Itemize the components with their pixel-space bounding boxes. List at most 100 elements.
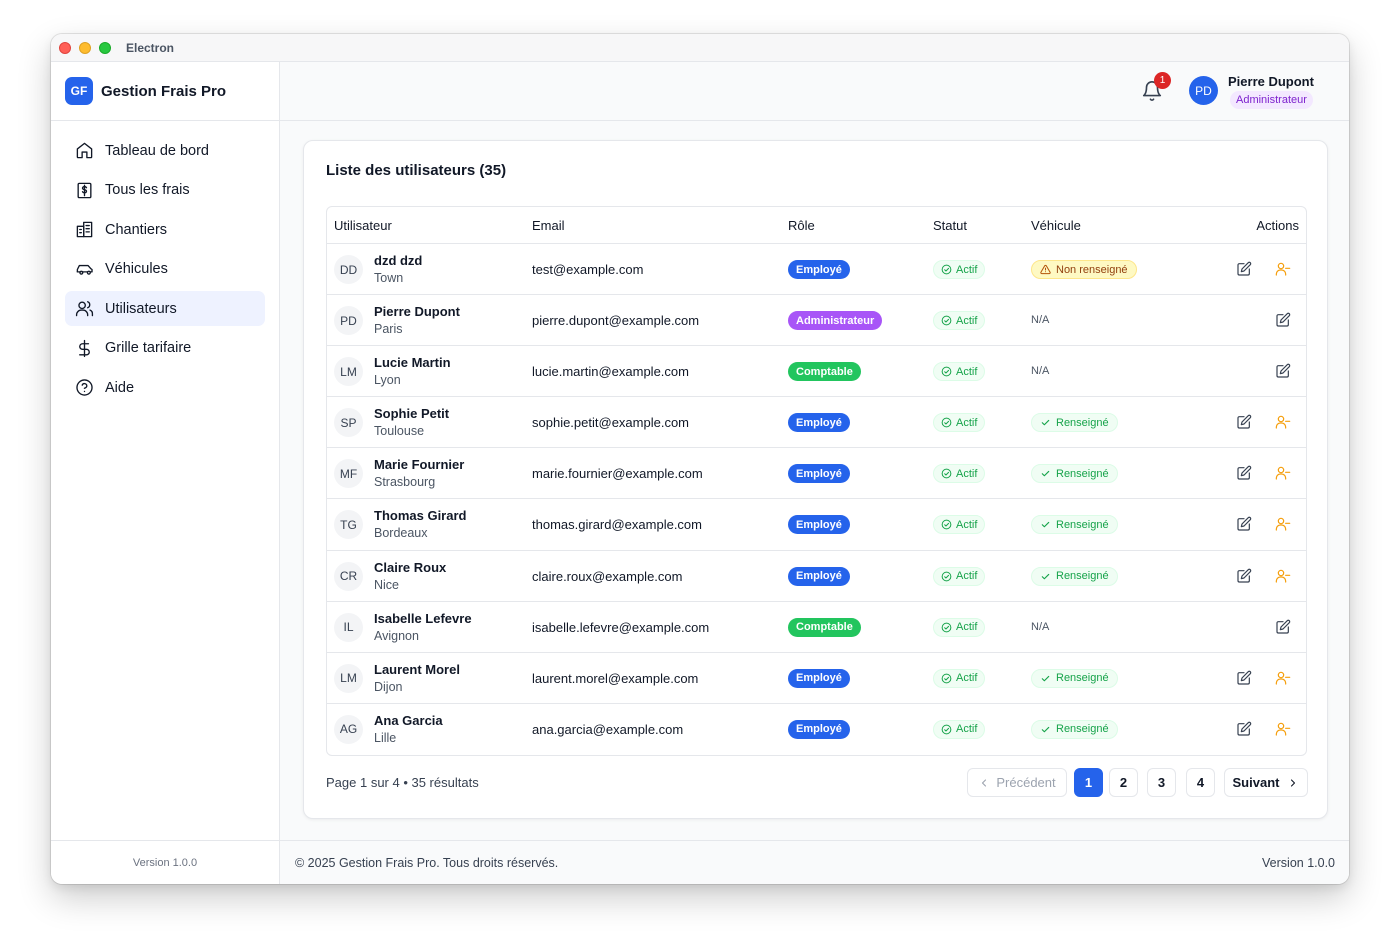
assign-vehicle-icon bbox=[1275, 467, 1291, 480]
edit-user-button[interactable] bbox=[1274, 311, 1292, 329]
user-city-cell: Strasbourg bbox=[374, 475, 436, 490]
user-city-cell: Avignon bbox=[374, 628, 419, 643]
assign-vehicle-button[interactable] bbox=[1274, 464, 1292, 482]
edit-user-button[interactable] bbox=[1235, 464, 1253, 482]
check-icon bbox=[1041, 522, 1050, 528]
page-button-4[interactable]: 4 bbox=[1186, 768, 1215, 797]
home-icon bbox=[76, 142, 93, 159]
check-circle-icon bbox=[941, 724, 952, 735]
vehicle-label: Renseigné bbox=[1056, 416, 1109, 429]
user-name-cell: Laurent Morel bbox=[374, 661, 460, 677]
sidebar: GF Gestion Frais Pro Tableau de bord Tous… bbox=[51, 62, 280, 884]
chevron-left-icon bbox=[982, 778, 987, 787]
building-icon bbox=[76, 221, 93, 238]
edit-user-button[interactable] bbox=[1235, 669, 1253, 687]
table-row: AG Ana Garcia Lille ana.garcia@example.com E… bbox=[327, 704, 1306, 755]
page-button-1[interactable]: 1 bbox=[1074, 768, 1103, 797]
assign-vehicle-icon bbox=[1275, 416, 1291, 429]
vehicle-badge: Renseigné bbox=[1031, 719, 1118, 739]
assign-vehicle-button[interactable] bbox=[1274, 669, 1292, 687]
close-window-button[interactable] bbox=[59, 42, 71, 54]
assign-vehicle-button[interactable] bbox=[1274, 260, 1292, 278]
edit-user-button[interactable] bbox=[1274, 362, 1292, 380]
page-button-3[interactable]: 3 bbox=[1147, 768, 1176, 797]
status-badge: Actif bbox=[933, 719, 986, 739]
user-role-badge: Administrateur bbox=[1230, 91, 1313, 109]
sidebar-item-label: Tableau de bord bbox=[105, 142, 209, 159]
edit-user-button[interactable] bbox=[1235, 720, 1253, 738]
previous-page-button[interactable]: Précédent bbox=[967, 768, 1067, 797]
footer-version: Version 1.0.0 bbox=[1262, 856, 1335, 870]
user-email-cell: thomas.girard@example.com bbox=[532, 517, 702, 533]
assign-vehicle-button[interactable] bbox=[1274, 515, 1292, 533]
user-email-cell: test@example.com bbox=[532, 262, 644, 277]
sidebar-item-label: Chantiers bbox=[105, 221, 168, 238]
status-label: Actif bbox=[956, 723, 978, 736]
table-row: SP Sophie Petit Toulouse sophie.petit@examp… bbox=[327, 397, 1306, 449]
status-label: Actif bbox=[956, 621, 978, 634]
check-circle-icon bbox=[941, 264, 952, 275]
edit-user-button[interactable] bbox=[1235, 260, 1253, 278]
vehicle-badge: Non renseigné bbox=[1031, 260, 1137, 279]
sidebar-item-aide[interactable]: Aide bbox=[65, 370, 265, 405]
edit-icon bbox=[1237, 415, 1252, 429]
receipt-icon bbox=[77, 182, 92, 198]
edit-icon bbox=[1237, 517, 1252, 532]
vehicle-label: Renseigné bbox=[1056, 518, 1109, 531]
assign-vehicle-icon bbox=[1275, 569, 1291, 583]
sidebar-item-chantiers[interactable]: Chantiers bbox=[65, 212, 265, 247]
next-page-button[interactable]: Suivant bbox=[1224, 768, 1308, 797]
user-avatar[interactable]: PD bbox=[1189, 76, 1218, 105]
vehicle-label: Non renseigné bbox=[1056, 263, 1128, 276]
assign-vehicle-button[interactable] bbox=[1274, 720, 1292, 738]
sidebar-item-vehicules[interactable]: Véhicules bbox=[65, 252, 265, 287]
sidebar-item-label: Grille tarifaire bbox=[105, 340, 192, 356]
user-name: Pierre Dupont bbox=[1228, 74, 1314, 89]
edit-user-button[interactable] bbox=[1235, 515, 1253, 533]
vehicle-label: Renseigné bbox=[1056, 672, 1109, 685]
status-label: Actif bbox=[956, 263, 978, 276]
brand[interactable]: GF Gestion Frais Pro bbox=[51, 62, 279, 121]
edit-user-button[interactable] bbox=[1235, 413, 1253, 431]
table-row: IL Isabelle Lefevre Avignon isabelle.lefevr… bbox=[327, 602, 1306, 653]
user-name-cell: Pierre Dupont bbox=[374, 304, 460, 320]
edit-icon bbox=[1276, 363, 1291, 378]
user-email-cell: sophie.petit@example.com bbox=[532, 415, 689, 431]
check-icon bbox=[1041, 675, 1050, 682]
user-name-cell: Marie Fournier bbox=[374, 457, 465, 473]
check-icon bbox=[1041, 420, 1050, 426]
sidebar-item-tous-les-frais[interactable]: Tous les frais bbox=[65, 173, 265, 208]
maximize-window-button[interactable] bbox=[99, 42, 111, 54]
assign-vehicle-button[interactable] bbox=[1274, 413, 1292, 431]
role-badge: Employé bbox=[788, 413, 850, 433]
user-name-cell: Claire Roux bbox=[374, 559, 447, 575]
user-email-cell: claire.roux@example.com bbox=[532, 568, 683, 584]
minimize-window-button[interactable] bbox=[79, 42, 91, 54]
table-row: PD Pierre Dupont Paris pierre.dupont@exampl… bbox=[327, 295, 1306, 347]
table-row: LM Laurent Morel Dijon laurent.morel@exampl… bbox=[327, 653, 1306, 704]
assign-vehicle-icon bbox=[1275, 722, 1291, 736]
status-badge: Actif bbox=[933, 515, 986, 535]
edit-icon bbox=[1276, 312, 1291, 327]
sidebar-item-utilisateurs[interactable]: Utilisateurs bbox=[65, 291, 265, 326]
status-label: Actif bbox=[956, 570, 978, 583]
status-badge: Actif bbox=[933, 311, 986, 331]
check-circle-icon bbox=[941, 469, 952, 479]
edit-user-button[interactable] bbox=[1235, 567, 1253, 585]
check-circle-icon bbox=[941, 417, 952, 428]
user-email-cell: isabelle.lefevre@example.com bbox=[532, 619, 710, 635]
vehicle-label: Renseigné bbox=[1056, 723, 1109, 736]
sidebar-item-tableau-de-bord[interactable]: Tableau de bord bbox=[65, 133, 265, 168]
chevron-right-icon bbox=[1291, 778, 1296, 787]
window-title: Electron bbox=[126, 41, 175, 55]
sidebar-item-grille-tarifaire[interactable]: Grille tarifaire bbox=[65, 331, 265, 366]
copyright: © 2025 Gestion Frais Pro. Tous droits ré… bbox=[295, 856, 559, 870]
page-button-2[interactable]: 2 bbox=[1109, 768, 1138, 797]
edit-user-button[interactable] bbox=[1274, 618, 1292, 636]
col-actions: Actions bbox=[1256, 218, 1299, 233]
check-circle-icon bbox=[941, 315, 952, 326]
status-badge: Actif bbox=[933, 464, 986, 484]
assign-vehicle-button[interactable] bbox=[1274, 567, 1292, 585]
edit-icon bbox=[1237, 721, 1252, 736]
avatar: CR bbox=[334, 561, 363, 591]
